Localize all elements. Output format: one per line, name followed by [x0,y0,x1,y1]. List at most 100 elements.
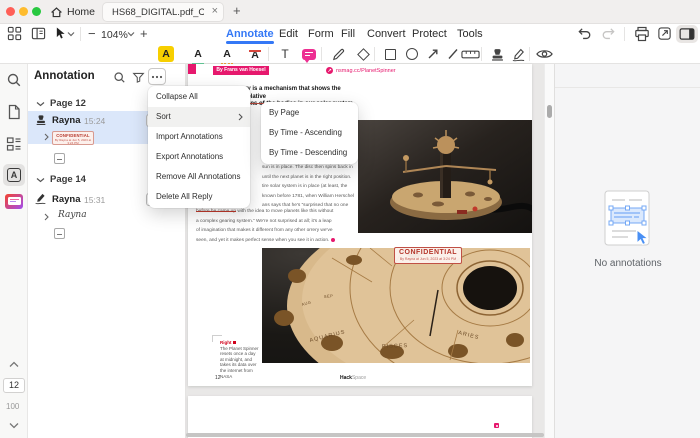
arrow-tool[interactable] [423,44,443,64]
squiggly-underline-tool[interactable]: A [217,44,237,64]
properties-panel: No annotations [554,64,700,438]
menu-item-sort[interactable]: Sort [148,107,250,127]
page-number-input[interactable]: 12 [3,378,25,393]
collapse-replies-button[interactable] [54,153,65,164]
outline-icon[interactable] [6,136,22,152]
share-button[interactable] [657,26,672,41]
ellipse-tool[interactable] [402,44,422,64]
menu-tools[interactable]: Tools [457,28,483,40]
menu-item-import-annotations[interactable]: Import Annotations [148,127,250,147]
doc-link[interactable]: nsmag.cc/PlanetSpinner [336,68,396,74]
strikethrough-tool[interactable]: A [245,44,265,64]
ai-tools-icon[interactable] [5,194,23,209]
annotation-options-menu: Collapse All Sort Import Annotations Exp… [148,86,250,208]
magazine-brand: HackSpace [340,375,366,381]
undo-button[interactable] [577,27,592,41]
orrery-photo [358,120,532,233]
group-page14-label[interactable]: Page 14 [50,174,86,185]
vertical-scroll-track[interactable] [544,64,554,438]
group-collapse-chevron[interactable] [36,101,45,107]
thumbnail-view-button[interactable] [7,26,22,41]
menu-edit[interactable]: Edit [279,28,298,40]
zoom-chevron-icon[interactable] [127,31,135,37]
panel-title: Annotation [34,70,95,82]
panel-search-icon[interactable] [113,71,126,84]
new-tab-button[interactable]: + [233,3,241,18]
tab-close-icon[interactable]: × [212,5,218,17]
annotation-panel-icon-selected[interactable]: A [3,164,25,186]
menu-convert[interactable]: Convert [367,28,406,40]
signature-annotation-icon [34,192,47,205]
signature-tool[interactable] [508,44,528,64]
zoom-in-button[interactable]: + [140,26,148,41]
signature-preview[interactable]: Rayna [58,210,87,220]
page-down-button[interactable] [9,422,19,429]
horizontal-scrollbar[interactable] [186,433,544,437]
print-button[interactable] [634,26,650,42]
navigation-rail: A 12 100 [0,64,28,438]
menu-item-delete-all-reply[interactable]: Delete All Reply [148,187,250,207]
menu-item-collapse-all[interactable]: Collapse All [148,87,250,107]
stamp-preview[interactable]: CONFIDENTIAL By Rayna at Jun 5, 2023 at … [52,131,94,145]
svg-text:PISCES: PISCES [382,343,408,350]
menu-protect[interactable]: Protect [412,28,447,40]
zoom-out-button[interactable]: − [88,26,96,41]
comment-tool[interactable] [299,44,319,64]
eye-icon[interactable] [534,44,554,64]
page-up-button[interactable] [9,361,19,368]
document-tab[interactable]: HS68_DIGITAL.pdf_Copy × [102,2,224,22]
page-layout-button[interactable] [31,26,46,41]
measure-tool[interactable] [460,44,480,64]
submenu-chevron-icon [238,113,243,121]
sort-submenu: By Page By Time - Ascending By Time - De… [261,102,358,164]
menu-item-export-annotations[interactable]: Export Annotations [148,147,250,167]
article-end-icon [331,238,335,242]
traffic-light-close[interactable] [6,7,15,16]
page-thumbnails-icon[interactable] [6,104,22,120]
group-page12-label[interactable]: Page 12 [50,98,86,109]
menu-fill[interactable]: Fill [341,28,355,40]
confidential-stamp-annotation[interactable]: CONFIDENTIAL By Rayna at Jun 5, 2023 at … [394,247,462,264]
submenu-item-by-time-descending[interactable]: By Time - Descending [261,143,358,163]
document-tab-label: HS68_DIGITAL.pdf_Copy [112,7,204,18]
search-icon[interactable] [6,72,22,88]
zoom-level[interactable]: 104% [101,29,128,41]
stamp-annotation-icon [35,114,47,126]
traffic-light-zoom[interactable] [32,7,41,16]
select-tool-button[interactable] [55,26,66,40]
vertical-scroll-thumb[interactable] [547,105,552,118]
more-options-button[interactable] [148,68,166,85]
pdf-page-13[interactable] [188,396,532,438]
redo-button[interactable] [601,27,616,41]
submenu-item-by-page[interactable]: By Page [261,103,358,123]
page-total: 100 [6,402,19,411]
annotation-time: 15:31 [84,195,105,205]
eraser-tool[interactable] [353,44,373,64]
zodiac-disc-photo: AUG SEP AQUARIUS PISCES ARIES [262,248,530,363]
select-tool-chevron-icon[interactable] [67,31,75,37]
no-annotations-illustration [604,190,652,248]
menu-item-remove-all-annotations[interactable]: Remove All Annotations [148,167,250,187]
menu-form[interactable]: Form [308,28,334,40]
svg-text:SEP: SEP [324,293,334,299]
home-tab[interactable]: Home [50,4,95,20]
reply-expand-chevron[interactable] [44,213,49,221]
filter-icon[interactable] [132,71,145,84]
highlight-tool[interactable]: A [156,44,176,64]
submenu-item-by-time-ascending[interactable]: By Time - Ascending [261,123,358,143]
pencil-tool[interactable] [328,44,348,64]
stamp-tool[interactable] [487,44,507,64]
traffic-light-minimize[interactable] [19,7,28,16]
text-tool[interactable]: T [275,44,295,64]
doc-byline: By Frans van Hoesel [213,66,269,75]
menu-annotate[interactable]: Annotate [226,28,274,40]
page-folio-number: 12 [215,375,221,381]
reply-expand-chevron[interactable] [44,133,49,141]
group-collapse-chevron[interactable] [36,177,45,183]
underline-tool[interactable]: A [188,44,208,64]
home-label: Home [67,6,95,18]
panel-toggle-button[interactable] [676,25,698,43]
photo-caption: Right The Planet Spinner resets once a d… [220,340,260,379]
rectangle-tool[interactable] [380,44,400,64]
collapse-replies-button[interactable] [54,228,65,239]
